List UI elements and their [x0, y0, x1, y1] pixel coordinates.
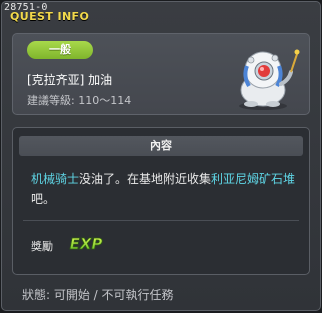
- window-title: QUEST INFO: [10, 10, 90, 23]
- quest-info-window: 28751-0 QUEST INFO 一般 [克拉齐亚] 加油 建議等級: 11…: [1, 1, 321, 311]
- reward-label: 獎勵: [31, 240, 53, 253]
- description-text-end: 吧。: [31, 192, 56, 206]
- exp-reward-icon: EXP: [69, 235, 103, 254]
- quest-name: [克拉齐亚] 加油: [27, 73, 113, 87]
- recommended-level: 建議等級: 110～114: [27, 94, 132, 107]
- robot-npc-icon: [239, 49, 300, 110]
- quest-category-badge: 一般: [27, 41, 93, 59]
- quest-status: 狀態: 可開始 / 不可執行任務: [22, 288, 174, 302]
- npc-name-highlight: 机械骑士: [31, 172, 80, 186]
- quest-content-panel: 內容 机械骑士没油了。在基地附近收集利亚尼姆矿石堆吧。 獎勵 EXP: [12, 127, 310, 275]
- quest-summary-panel: 一般 [克拉齐亚] 加油 建議等級: 110～114: [12, 33, 310, 115]
- item-name-highlight: 利亚尼姆矿石堆: [211, 172, 296, 186]
- content-divider: [23, 220, 299, 221]
- description-text: 没油了。在基地附近收集: [79, 172, 212, 186]
- quest-description: 机械骑士没油了。在基地附近收集利亚尼姆矿石堆吧。: [31, 169, 301, 209]
- content-header: 內容: [19, 136, 303, 156]
- exp-icon-text: EXP: [70, 235, 103, 253]
